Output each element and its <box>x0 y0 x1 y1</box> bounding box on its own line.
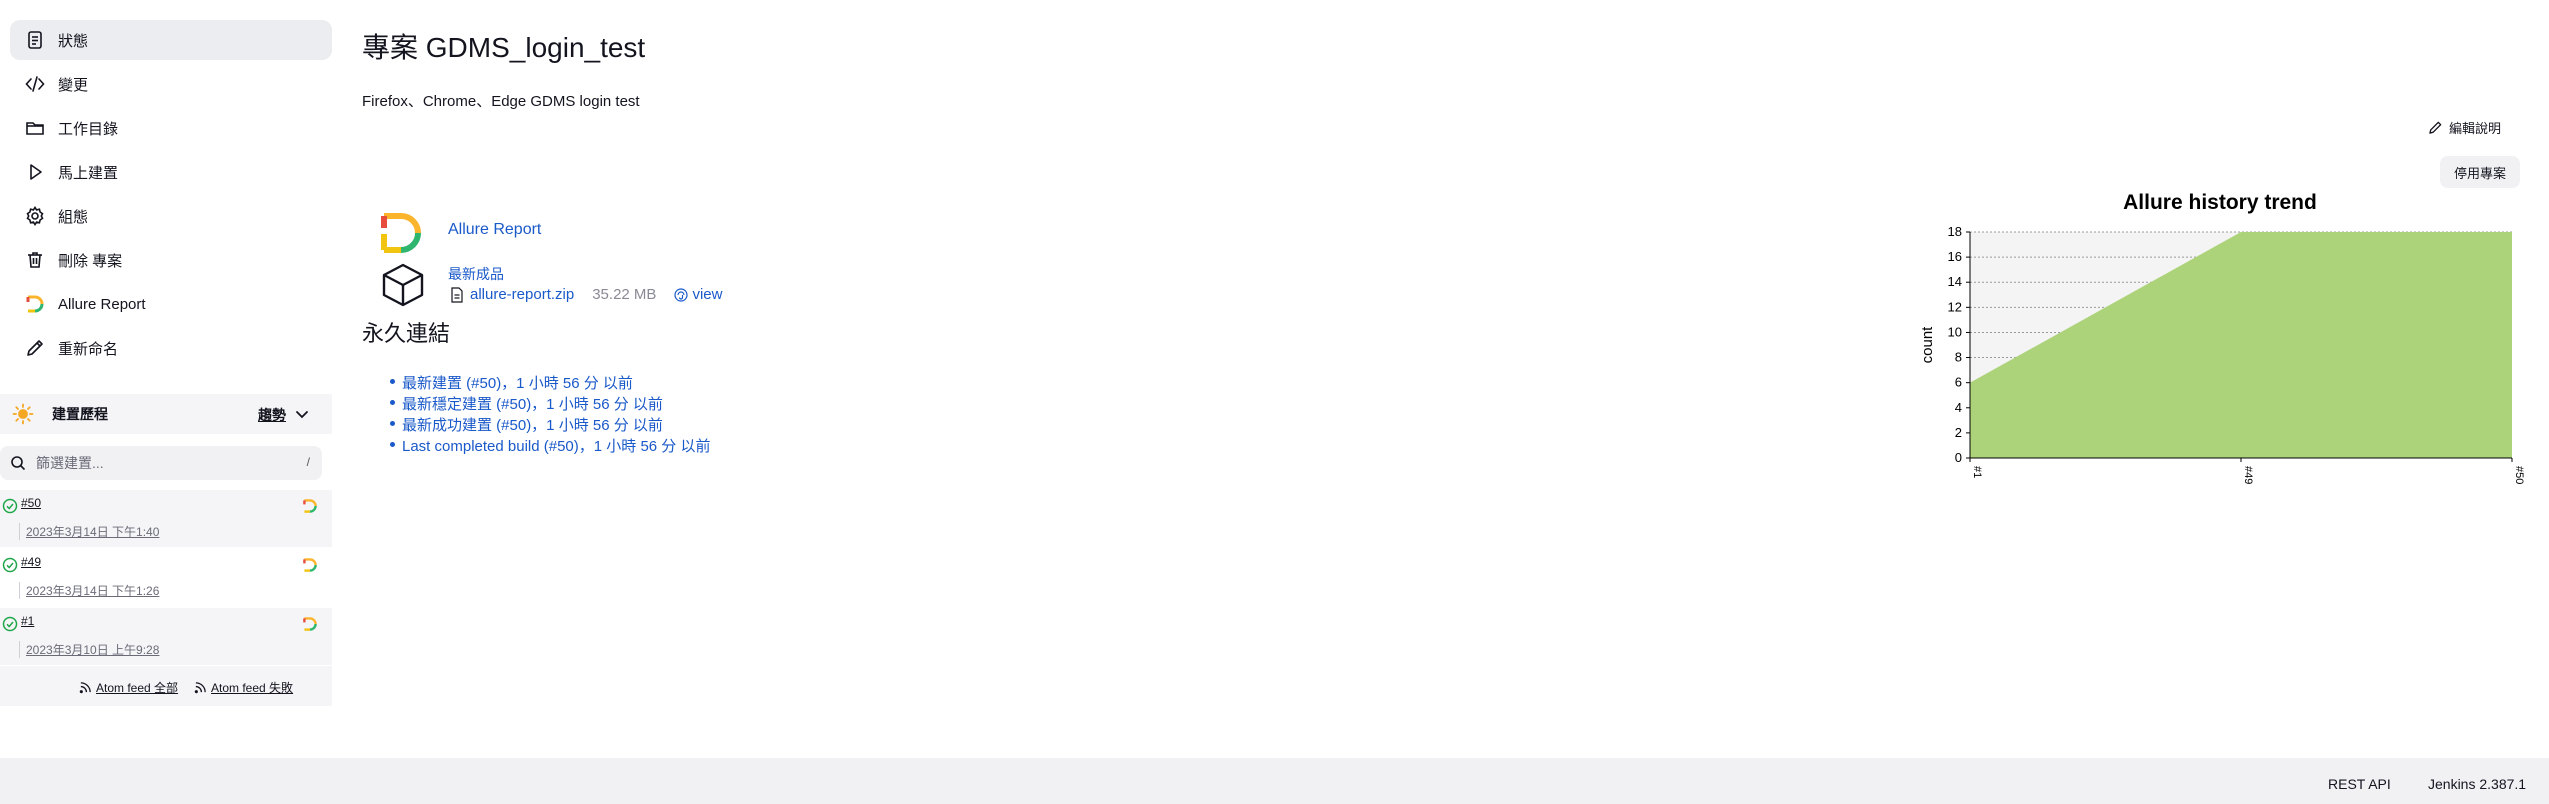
atom-feed-all-label: Atom feed 全部 <box>96 681 179 695</box>
task-label: 變更 <box>58 76 89 94</box>
task-label: 工作目錄 <box>58 120 119 138</box>
edit-description-label: 編輯說明 <box>2449 121 2502 136</box>
task-build-now[interactable]: 馬上建置 <box>10 152 332 192</box>
search-icon <box>11 456 26 471</box>
permalinks-heading: 永久連結 <box>362 321 451 346</box>
page-footer: REST API Jenkins 2.387.1 <box>0 758 2549 804</box>
allure-icon[interactable] <box>302 616 318 632</box>
task-label: 重新命名 <box>58 340 119 358</box>
side-panel: 狀態 變更 工作目錄 馬上建置 組態 刪除 專案 Allure Report 重… <box>0 0 332 372</box>
allure-icon[interactable] <box>302 498 318 514</box>
permalink-last-successful-build[interactable]: 最新成功建置 (#50)，1 小時 56 分 以前 <box>389 414 710 435</box>
filter-shortcut-key: / <box>306 455 310 469</box>
build-row[interactable]: #1 2023年3月10日 上午9:28 <box>0 608 332 665</box>
atom-feed-failed-link[interactable]: Atom feed 失敗 <box>194 679 293 696</box>
document-icon <box>24 29 46 51</box>
chevron-down-icon[interactable] <box>294 406 310 422</box>
allure-trend-chart[interactable]: 0 2 4 6 8 10 12 14 16 18 #1 #49 #50 count <box>1910 210 2530 500</box>
build-date-link[interactable]: 2023年3月14日 下午1:26 <box>19 582 159 599</box>
file-icon <box>451 286 463 303</box>
x-tick-label: #49 <box>2242 466 2254 484</box>
permalink-last-build[interactable]: 最新建置 (#50)，1 小時 56 分 以前 <box>389 372 710 393</box>
gear-icon <box>24 205 46 227</box>
y-axis-label: count <box>1919 326 1936 364</box>
y-tick-label: 10 <box>1948 324 1962 339</box>
folder-icon <box>24 117 46 139</box>
rss-icon <box>194 682 206 694</box>
build-date-link[interactable]: 2023年3月10日 上午9:28 <box>19 641 159 658</box>
code-icon <box>24 73 46 95</box>
success-check-icon <box>2 616 18 632</box>
build-row[interactable]: #50 2023年3月14日 下午1:40 <box>0 490 332 547</box>
y-tick-label: 0 <box>1955 450 1962 465</box>
build-number-link[interactable]: #49 <box>21 555 41 569</box>
task-label: 刪除 專案 <box>58 252 123 270</box>
jenkins-version-link[interactable]: Jenkins 2.387.1 <box>2428 776 2526 792</box>
build-history-header: 建置歷程 趨勢 <box>0 394 332 434</box>
build-history-title: 建置歷程 <box>52 406 108 422</box>
allure-icon <box>24 293 46 315</box>
artifact-file-link[interactable]: allure-report.zip <box>470 286 574 303</box>
task-rename[interactable]: 重新命名 <box>10 328 332 368</box>
rss-icon <box>79 682 91 694</box>
last-artifacts-link[interactable]: 最新成品 <box>448 264 504 284</box>
y-tick-label: 2 <box>1955 425 1962 440</box>
task-label: 馬上建置 <box>58 164 119 182</box>
fingerprint-icon <box>674 287 689 302</box>
x-tick-label: #1 <box>1971 466 1983 478</box>
task-workspace[interactable]: 工作目錄 <box>10 108 332 148</box>
build-number-link[interactable]: #1 <box>21 614 34 628</box>
y-tick-label: 6 <box>1955 375 1962 390</box>
task-allure-report[interactable]: Allure Report <box>10 284 332 324</box>
build-filter-input[interactable]: 篩選建置... / <box>0 446 322 480</box>
edit-description-link[interactable]: 編輯說明 <box>2428 118 2501 137</box>
allure-icon[interactable] <box>302 557 318 573</box>
success-check-icon <box>2 498 18 514</box>
allure-logo-icon[interactable] <box>378 210 424 256</box>
artifact-row: allure-report.zip 35.22 MB view <box>450 286 722 303</box>
atom-feeds: Atom feed 全部 Atom feed 失敗 <box>0 666 332 706</box>
task-label: 狀態 <box>58 32 89 50</box>
artifact-size: 35.22 MB <box>592 286 657 303</box>
y-tick-label: 14 <box>1948 274 1962 289</box>
permalinks-list: 最新建置 (#50)，1 小時 56 分 以前 最新穩定建置 (#50)，1 小… <box>389 372 710 456</box>
x-tick-label: #50 <box>2513 466 2525 484</box>
task-delete-project[interactable]: 刪除 專案 <box>10 240 332 280</box>
atom-feed-failed-label: Atom feed 失敗 <box>211 681 294 695</box>
build-date-link[interactable]: 2023年3月14日 下午1:40 <box>19 523 159 540</box>
y-tick-label: 8 <box>1955 350 1962 365</box>
permalink-last-stable-build[interactable]: 最新穩定建置 (#50)，1 小時 56 分 以前 <box>389 393 710 414</box>
project-description: Firefox、Chrome、Edge GDMS login test <box>362 93 640 110</box>
play-icon <box>24 161 46 183</box>
y-tick-label: 12 <box>1948 299 1962 314</box>
permalink-last-completed-build[interactable]: Last completed build (#50)，1 小時 56 分 以前 <box>389 435 710 456</box>
filter-placeholder: 篩選建置... <box>36 455 104 471</box>
build-number-link[interactable]: #50 <box>21 496 41 510</box>
allure-report-link[interactable]: Allure Report <box>448 221 541 239</box>
success-check-icon <box>2 557 18 573</box>
sun-icon <box>12 403 34 425</box>
disable-project-button[interactable]: 停用專案 <box>2440 156 2520 188</box>
pencil-icon <box>24 337 46 359</box>
task-label: Allure Report <box>58 295 146 313</box>
trend-link[interactable]: 趨勢 <box>258 405 286 425</box>
task-changes[interactable]: 變更 <box>10 64 332 104</box>
y-tick-label: 4 <box>1955 400 1962 415</box>
build-row[interactable]: #49 2023年3月14日 下午1:26 <box>0 549 332 606</box>
package-icon <box>382 263 424 307</box>
page-title: 專案 GDMS_login_test <box>362 32 646 63</box>
trash-icon <box>24 249 46 271</box>
rest-api-link[interactable]: REST API <box>2328 776 2391 792</box>
y-tick-label: 18 <box>1948 224 1962 239</box>
y-tick-label: 16 <box>1948 249 1962 264</box>
task-label: 組態 <box>58 208 89 226</box>
task-status[interactable]: 狀態 <box>10 20 332 60</box>
atom-feed-all-link[interactable]: Atom feed 全部 <box>79 679 178 696</box>
artifact-view-link[interactable]: view <box>692 286 722 303</box>
pencil-icon <box>2429 121 2442 134</box>
task-configure[interactable]: 組態 <box>10 196 332 236</box>
